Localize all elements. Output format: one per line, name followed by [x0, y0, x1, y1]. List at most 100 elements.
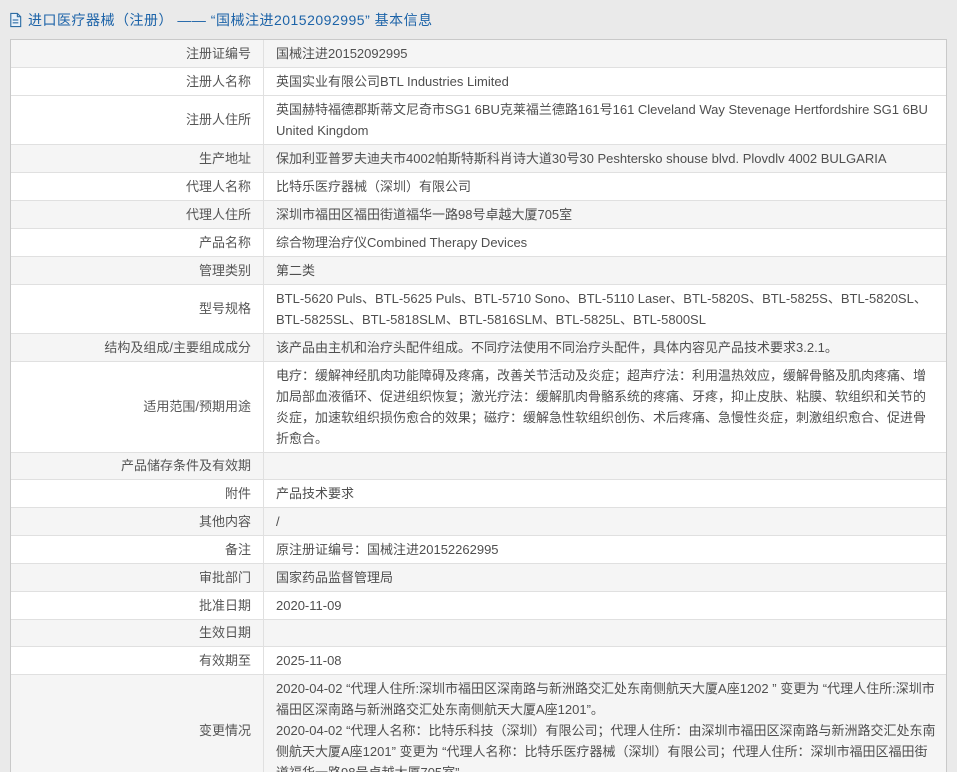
- row-label-text: 代理人名称: [186, 177, 251, 197]
- table-row: 结构及组成/主要组成成分 该产品由主机和治疗头配件组成。不同疗法使用不同治疗头配…: [11, 334, 946, 362]
- row-label: 注册证编号: [11, 40, 264, 67]
- table-row: 适用范围/预期用途 电疗：缓解神经肌肉功能障碍及疼痛，改善关节活动及炎症；超声疗…: [11, 362, 946, 453]
- row-label-text: 型号规格: [199, 299, 251, 319]
- row-value-text: 2020-04-02 “代理人住所:深圳市福田区深南路与新洲路交汇处东南侧航天大…: [276, 678, 936, 720]
- row-label-text: 注册证编号: [186, 44, 251, 64]
- table-row: 生效日期: [11, 620, 946, 647]
- row-value-text: 英国实业有限公司BTL Industries Limited: [276, 71, 936, 92]
- row-label: 附件: [11, 480, 264, 507]
- row-value-text: 深圳市福田区福田街道福华一路98号卓越大厦705室: [276, 204, 936, 225]
- row-label: 备注: [11, 536, 264, 563]
- row-value-text: /: [276, 511, 936, 532]
- row-label-text: 审批部门: [199, 568, 251, 588]
- table-row: 注册人住所 英国赫特福德郡斯蒂文尼奇市SG1 6BU克莱福兰德路161号161 …: [11, 96, 946, 145]
- row-value: 保加利亚普罗夫迪夫市4002帕斯特斯科肖诗大道30号30 Peshtersko …: [264, 145, 946, 172]
- row-label-text: 产品名称: [199, 233, 251, 253]
- row-label-text: 注册人名称: [186, 72, 251, 92]
- row-value: 产品技术要求: [264, 480, 946, 507]
- row-value-text: 保加利亚普罗夫迪夫市4002帕斯特斯科肖诗大道30号30 Peshtersko …: [276, 148, 936, 169]
- row-value-text: 2020-04-02 “代理人名称：比特乐科技（深圳）有限公司；代理人住所：由深…: [276, 720, 936, 772]
- row-label: 其他内容: [11, 508, 264, 535]
- row-value-text: 该产品由主机和治疗头配件组成。不同疗法使用不同治疗头配件，具体内容见产品技术要求…: [276, 337, 936, 358]
- row-value-text: 国械注进20152092995: [276, 43, 936, 64]
- table-row: 管理类别 第二类: [11, 257, 946, 285]
- row-value-text: 综合物理治疗仪Combined Therapy Devices: [276, 232, 936, 253]
- row-label: 审批部门: [11, 564, 264, 591]
- row-value: 2020-04-02 “代理人住所:深圳市福田区深南路与新洲路交汇处东南侧航天大…: [264, 675, 946, 772]
- row-label-text: 备注: [225, 540, 251, 560]
- table-row: 注册人名称 英国实业有限公司BTL Industries Limited: [11, 68, 946, 96]
- row-label-text: 生产地址: [199, 149, 251, 169]
- table-row: 有效期至 2025-11-08: [11, 647, 946, 675]
- row-label-text: 有效期至: [199, 651, 251, 671]
- row-value-text: 第二类: [276, 260, 936, 281]
- table-row: 批准日期 2020-11-09: [11, 592, 946, 620]
- row-label: 变更情况: [11, 675, 264, 772]
- row-value: 该产品由主机和治疗头配件组成。不同疗法使用不同治疗头配件，具体内容见产品技术要求…: [264, 334, 946, 361]
- row-label: 生产地址: [11, 145, 264, 172]
- row-label: 代理人名称: [11, 173, 264, 200]
- row-value: 2020-11-09: [264, 592, 946, 619]
- table-row: 附件 产品技术要求: [11, 480, 946, 508]
- row-label: 产品储存条件及有效期: [11, 453, 264, 479]
- row-label-text: 管理类别: [199, 261, 251, 281]
- row-label-text: 结构及组成/主要组成成分: [104, 338, 251, 358]
- row-value: 比特乐医疗器械（深圳）有限公司: [264, 173, 946, 200]
- table-row: 代理人名称 比特乐医疗器械（深圳）有限公司: [11, 173, 946, 201]
- page-header: 进口医疗器械（注册） —— “国械注进20152092995” 基本信息: [0, 0, 957, 39]
- row-value: 原注册证编号：国械注进20152262995: [264, 536, 946, 563]
- row-value-text: 2025-11-08: [276, 650, 936, 671]
- row-label: 代理人住所: [11, 201, 264, 228]
- table-row: 备注 原注册证编号：国械注进20152262995: [11, 536, 946, 564]
- table-row: 生产地址 保加利亚普罗夫迪夫市4002帕斯特斯科肖诗大道30号30 Peshte…: [11, 145, 946, 173]
- table-row: 注册证编号 国械注进20152092995: [11, 40, 946, 68]
- row-value-text: 产品技术要求: [276, 483, 936, 504]
- row-label-text: 适用范围/预期用途: [143, 397, 251, 417]
- row-label: 生效日期: [11, 620, 264, 646]
- row-label: 注册人住所: [11, 96, 264, 144]
- row-value: [264, 453, 946, 479]
- table-row: 代理人住所 深圳市福田区福田街道福华一路98号卓越大厦705室: [11, 201, 946, 229]
- table-row: 型号规格 BTL-5620 Puls、BTL-5625 Puls、BTL-571…: [11, 285, 946, 334]
- row-value: [264, 620, 946, 646]
- row-value-text: 国家药品监督管理局: [276, 567, 936, 588]
- row-label: 型号规格: [11, 285, 264, 333]
- row-label-text: 注册人住所: [186, 110, 251, 130]
- row-value: 综合物理治疗仪Combined Therapy Devices: [264, 229, 946, 256]
- row-value-text: 原注册证编号：国械注进20152262995: [276, 539, 936, 560]
- row-label-text: 生效日期: [199, 623, 251, 643]
- row-label: 管理类别: [11, 257, 264, 284]
- row-value: BTL-5620 Puls、BTL-5625 Puls、BTL-5710 Son…: [264, 285, 946, 333]
- table-row: 其他内容 /: [11, 508, 946, 536]
- document-icon: [8, 12, 23, 28]
- row-value-text: 英国赫特福德郡斯蒂文尼奇市SG1 6BU克莱福兰德路161号161 Clevel…: [276, 99, 936, 141]
- row-label-text: 代理人住所: [186, 205, 251, 225]
- row-value: 第二类: [264, 257, 946, 284]
- row-value-text: BTL-5620 Puls、BTL-5625 Puls、BTL-5710 Son…: [276, 288, 936, 330]
- table-row: 产品名称 综合物理治疗仪Combined Therapy Devices: [11, 229, 946, 257]
- row-label: 批准日期: [11, 592, 264, 619]
- row-label-text: 批准日期: [199, 596, 251, 616]
- row-label: 结构及组成/主要组成成分: [11, 334, 264, 361]
- page: 进口医疗器械（注册） —— “国械注进20152092995” 基本信息 注册证…: [0, 0, 957, 772]
- row-value-text: 电疗：缓解神经肌肉功能障碍及疼痛，改善关节活动及炎症；超声疗法：利用温热效应，缓…: [276, 365, 936, 449]
- row-label: 注册人名称: [11, 68, 264, 95]
- row-value: 电疗：缓解神经肌肉功能障碍及疼痛，改善关节活动及炎症；超声疗法：利用温热效应，缓…: [264, 362, 946, 452]
- row-label-text: 产品储存条件及有效期: [121, 456, 251, 476]
- row-label-text: 变更情况: [199, 721, 251, 741]
- row-label: 适用范围/预期用途: [11, 362, 264, 452]
- table-row: 审批部门 国家药品监督管理局: [11, 564, 946, 592]
- page-title: 进口医疗器械（注册） —— “国械注进20152092995” 基本信息: [28, 10, 433, 30]
- row-value: 英国赫特福德郡斯蒂文尼奇市SG1 6BU克莱福兰德路161号161 Clevel…: [264, 96, 946, 144]
- row-label: 有效期至: [11, 647, 264, 674]
- row-label-text: 附件: [225, 484, 251, 504]
- info-table: 注册证编号 国械注进20152092995 注册人名称 英国实业有限公司BTL …: [10, 39, 947, 772]
- row-value: /: [264, 508, 946, 535]
- row-label-text: 其他内容: [199, 512, 251, 532]
- row-value-text: 2020-11-09: [276, 595, 936, 616]
- table-row: 产品储存条件及有效期: [11, 453, 946, 480]
- row-value: 2025-11-08: [264, 647, 946, 674]
- row-value: 国械注进20152092995: [264, 40, 946, 67]
- row-value: 深圳市福田区福田街道福华一路98号卓越大厦705室: [264, 201, 946, 228]
- table-row: 变更情况 2020-04-02 “代理人住所:深圳市福田区深南路与新洲路交汇处东…: [11, 675, 946, 772]
